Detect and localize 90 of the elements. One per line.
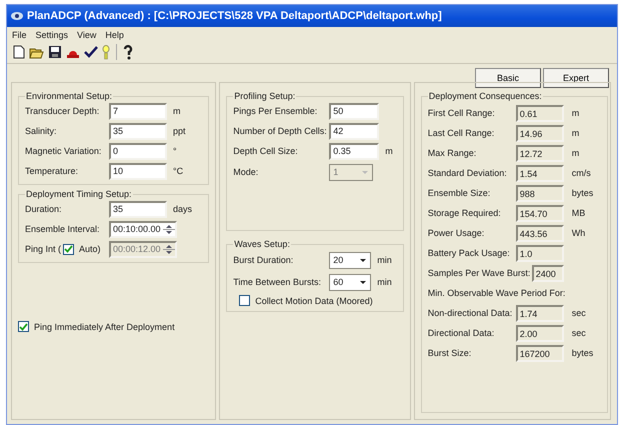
unit-label: m — [572, 108, 580, 118]
field-label: Samples Per Wave Burst: — [428, 268, 532, 278]
field-label: Max Range: — [428, 148, 478, 158]
unit-label: m — [385, 146, 393, 156]
input-field[interactable]: 35 — [109, 122, 167, 140]
field-label: Ping Int ( — [25, 244, 62, 254]
field-label: Time Between Bursts: — [233, 277, 322, 287]
dropdown[interactable]: 60 — [329, 274, 372, 290]
value-readout: 988 — [516, 184, 564, 202]
menu-item[interactable]: Help — [105, 30, 124, 40]
check-icon — [64, 245, 74, 253]
input-field[interactable]: 42 — [329, 122, 380, 140]
field-label: Salinity: — [25, 126, 58, 136]
unit-label: m — [572, 148, 580, 158]
menu-item[interactable]: Settings — [36, 30, 68, 40]
field-label: Transducer Depth: — [25, 106, 100, 116]
input-field[interactable]: 10 — [109, 162, 167, 180]
unit-label: sec — [572, 308, 586, 318]
field-label: Magnetic Variation: — [25, 146, 102, 156]
value-readout: 167200 — [516, 344, 564, 362]
save-icon[interactable] — [48, 45, 62, 59]
checkbox[interactable]: Collect Motion Data (Moored) — [239, 295, 397, 306]
field-label: Battery Pack Usage: — [428, 248, 511, 258]
value-readout: 14.96 — [516, 124, 564, 142]
value-readout: 2400 — [532, 264, 564, 282]
unit-label: m — [173, 106, 180, 116]
unit-label: days — [173, 204, 192, 214]
field-label: Storage Required: — [428, 208, 502, 218]
section-note: Min. Observable Wave Period For: — [428, 288, 566, 298]
input-field[interactable]: 35 — [109, 200, 167, 218]
value-readout: 1.74 — [516, 304, 564, 322]
window-title: PlanADCP (Advanced) : [C:\PROJECTS\528 VPA Deltaport\ADCP\deltaport.whp] — [27, 10, 442, 22]
value-readout: 1.0 — [516, 244, 564, 262]
group-title: Environmental Setup: — [25, 91, 114, 101]
unit-label: bytes — [572, 188, 594, 198]
unit-label: bytes — [572, 348, 594, 358]
unit-label: MB — [572, 208, 586, 218]
field-label: Number of Depth Cells: — [233, 126, 328, 136]
value-readout: 1.54 — [516, 164, 564, 182]
unit-label: ppt — [173, 126, 186, 136]
group-title: Waves Setup: — [233, 239, 291, 249]
field-label: First Cell Range: — [428, 108, 496, 118]
input-field[interactable]: 7 — [109, 102, 167, 120]
field-label: Burst Duration: — [233, 255, 294, 265]
input-field[interactable]: 50 — [329, 102, 380, 120]
unit-label: min — [377, 277, 392, 287]
group-title: Deployment Consequences: — [428, 91, 543, 101]
input-field[interactable]: 0.35 — [329, 142, 380, 160]
field-label: Power Usage: — [428, 228, 486, 238]
field-label: Temperature: — [25, 166, 80, 176]
check-icon — [19, 322, 28, 330]
field-label: Burst Size: — [428, 348, 472, 358]
help-icon[interactable] — [123, 44, 133, 60]
unit-label: min — [377, 255, 392, 265]
value-readout: 443.56 — [516, 224, 564, 242]
field-label: Pings Per Ensemble: — [233, 106, 318, 116]
group-title: Profiling Setup: — [233, 91, 296, 101]
app-icon — [11, 12, 23, 20]
field-label: Mode: — [233, 167, 260, 177]
new-file-icon[interactable] — [13, 45, 25, 59]
unit-label: cm/s — [572, 168, 591, 178]
field-label: Duration: — [25, 204, 63, 214]
unit-label: m — [572, 128, 580, 138]
unit-label: sec — [572, 328, 586, 338]
value-readout: 12.72 — [516, 144, 564, 162]
checkbox[interactable]: Ping Immediately After Deployment — [18, 321, 210, 332]
unit-label: °C — [173, 166, 184, 176]
menu-item[interactable]: View — [77, 30, 96, 40]
spinner-arrows-icon[interactable] — [163, 224, 175, 234]
group-title: Deployment Timing Setup: — [25, 189, 133, 199]
value-readout: 2.00 — [516, 324, 564, 342]
mode-button[interactable]: Basic — [475, 68, 541, 88]
field-label: Standard Deviation: — [428, 168, 508, 178]
field-label: Ensemble Interval: — [25, 224, 101, 234]
value-readout: 154.70 — [516, 204, 564, 222]
input-field[interactable]: 0 — [109, 142, 167, 160]
value-readout: 0.61 — [516, 104, 564, 122]
field-label: Depth Cell Size: — [233, 146, 299, 156]
dropdown[interactable]: 20 — [329, 252, 372, 268]
open-folder-icon[interactable] — [29, 46, 44, 58]
unit-label: Wh — [572, 228, 586, 238]
field-label: Non-directional Data: — [428, 308, 514, 318]
checkmark-icon[interactable] — [84, 45, 98, 59]
field-label: Last Cell Range: — [428, 128, 496, 138]
field-label: Ensemble Size: — [428, 188, 492, 198]
field-label: Directional Data: — [428, 328, 496, 338]
menu-item[interactable]: File — [12, 30, 27, 40]
unit-label: ° — [173, 146, 177, 156]
mode-button[interactable]: Expert — [543, 68, 609, 88]
time-spinner[interactable]: 00:10:00.00 — [109, 220, 177, 238]
